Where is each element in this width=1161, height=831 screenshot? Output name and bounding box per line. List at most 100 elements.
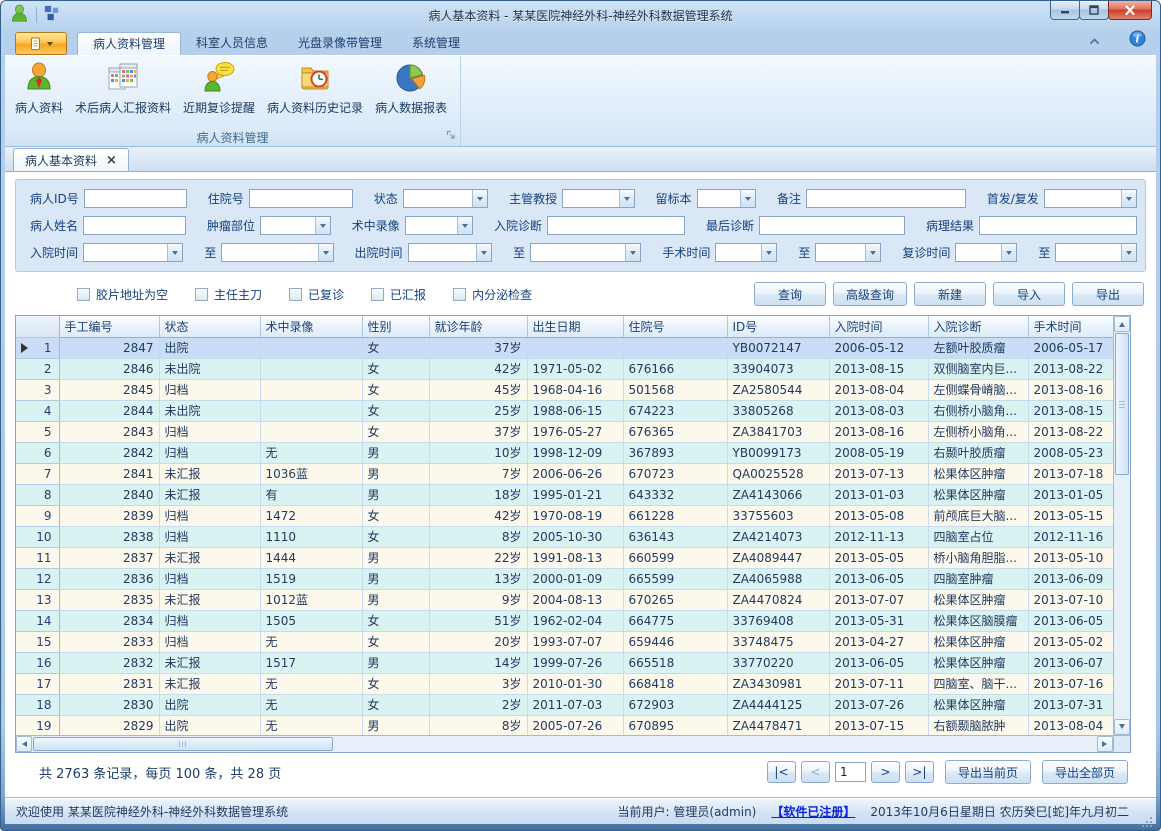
combo-dropdown-icon[interactable] [1001,244,1016,261]
scroll-up-icon[interactable] [1114,316,1130,332]
info-icon[interactable]: i [1129,30,1146,51]
vertical-scroll-thumb[interactable] [1115,333,1129,475]
checkbox-box-film-address-empty[interactable] [77,288,90,301]
filter-input-patient-id[interactable] [84,189,187,208]
maximize-button[interactable] [1079,1,1109,20]
filter-combo-admission-date-to[interactable] [221,243,333,262]
advanced-query-button[interactable]: 高级查询 [833,282,907,306]
column-header-admission-diagnosis[interactable]: 入院诊断 [928,316,1028,337]
table-row[interactable]: 102838归档1110女8岁2005-10-30636143ZA4214073… [16,526,1113,547]
export-current-page-button[interactable]: 导出当前页 [945,760,1031,784]
column-header-surgery-date[interactable]: 手术时间 [1028,316,1113,337]
table-row[interactable]: 142834归档1505女51岁1962-02-0466477533769408… [16,610,1113,631]
scroll-right-icon[interactable] [1097,736,1113,752]
layout-style-icon[interactable] [44,5,60,25]
filter-input-final-diagnosis[interactable] [759,216,905,235]
checkbox-box-reported[interactable] [371,288,384,301]
table-row[interactable]: 162832未汇报1517男14岁1999-07-266655183377022… [16,652,1113,673]
filter-input-admission-number[interactable] [249,189,353,208]
minimize-button[interactable] [1050,1,1080,20]
query-button[interactable]: 查询 [754,282,826,306]
table-row[interactable]: 32845归档女45岁1968-04-16501568ZA25805442013… [16,379,1113,400]
import-button[interactable]: 导入 [993,282,1065,306]
column-header-id-number[interactable]: ID号 [727,316,829,337]
filter-input-pathology-result[interactable] [979,216,1137,235]
scroll-down-icon[interactable] [1114,719,1130,735]
table-row[interactable]: 132835未汇报1012蓝男9岁2004-08-13670265ZA44708… [16,589,1113,610]
column-header-intraop-video[interactable]: 术中录像 [260,316,362,337]
page-number-input[interactable] [835,762,866,782]
table-row[interactable]: 172831未汇报无女3岁2010-01-30668418ZA343098120… [16,673,1113,694]
horizontal-scroll-thumb[interactable] [33,737,333,751]
ribbon-button-recent-followup-reminder[interactable]: 近期复诊提醒 [177,58,261,129]
table-row[interactable]: 182830出院无女2岁2011-07-03672903ZA4444125201… [16,694,1113,715]
filter-combo-followup-date-to[interactable] [1055,243,1137,262]
horizontal-scrollbar[interactable] [16,735,1113,752]
table-row[interactable]: 62842归档无男10岁1998-12-09367893YB0099173200… [16,442,1113,463]
filter-combo-chief-professor[interactable] [562,189,634,208]
ribbon-button-patient-data[interactable]: 病人资料 [9,58,69,129]
filter-combo-intraop-video[interactable] [405,216,473,235]
combo-dropdown-icon[interactable] [457,217,472,234]
filter-combo-status[interactable] [403,189,488,208]
filter-combo-tumor-site[interactable] [260,216,331,235]
filter-combo-admission-date-from[interactable] [83,243,183,262]
table-row[interactable]: 112837未汇报1444男22岁1991-08-13660599ZA40894… [16,547,1113,568]
filter-combo-first-or-recurrence[interactable] [1044,189,1137,208]
tab-patient-basic-data[interactable]: 病人基本资料 × [13,148,129,171]
combo-dropdown-icon[interactable] [761,244,776,261]
combo-dropdown-icon[interactable] [740,190,755,207]
application-menu-button[interactable] [15,32,67,55]
column-header-status[interactable]: 状态 [159,316,260,337]
column-header-visit-age[interactable]: 就诊年龄 [429,316,527,337]
filter-combo-surgery-date-to[interactable] [815,243,881,262]
filter-combo-discharge-date-to[interactable] [530,243,641,262]
next-page-button[interactable]: > [871,761,900,783]
filter-combo-specimen-kept[interactable] [697,189,757,208]
new-button[interactable]: 新建 [914,282,986,306]
vertical-scroll-track[interactable] [1114,476,1130,719]
filter-combo-followup-date-from[interactable] [955,243,1017,262]
filter-input-remarks[interactable] [806,189,966,208]
checkbox-endocrine-exam[interactable]: 内分泌检查 [453,286,532,303]
filter-input-patient-name[interactable] [83,216,186,235]
ribbon-button-patient-data-history[interactable]: 病人资料历史记录 [261,58,369,129]
combo-dropdown-icon[interactable] [625,244,640,261]
checkbox-box-chief-surgeon[interactable] [195,288,208,301]
table-row[interactable]: 192829出院无男8岁2005-07-26670895ZA4478471201… [16,715,1113,735]
export-button[interactable]: 导出 [1072,282,1144,306]
table-row[interactable]: 82840未汇报有男18岁1995-01-21643332ZA414306620… [16,484,1113,505]
combo-dropdown-icon[interactable] [1121,244,1136,261]
ribbon-button-postop-report-data[interactable]: 术后病人汇报资料 [69,58,177,129]
ribbon-tab-system-management[interactable]: 系统管理 [397,32,475,55]
column-header-gender[interactable]: 性别 [362,316,429,337]
dialog-launcher-icon[interactable] [446,130,457,144]
filter-combo-surgery-date-from[interactable] [715,243,777,262]
column-header-manual-number[interactable]: 手工编号 [59,316,159,337]
ribbon-button-patient-data-report[interactable]: 病人数据报表 [369,58,453,129]
prev-page-button[interactable]: < [801,761,830,783]
table-row[interactable]: 12847出院女37岁YB00721472006-05-12左额叶胶质瘤2006… [16,337,1113,358]
column-header-admission-number[interactable]: 住院号 [623,316,727,337]
table-row[interactable]: 22846未出院女42岁1971-05-02676166339040732013… [16,358,1113,379]
column-header-birth-date[interactable]: 出生日期 [527,316,623,337]
checkbox-reported[interactable]: 已汇报 [371,286,426,303]
first-page-button[interactable]: |< [767,761,796,783]
ribbon-tab-department-staff-info[interactable]: 科室人员信息 [181,32,283,55]
column-header-admission-date[interactable]: 入院时间 [829,316,928,337]
combo-dropdown-icon[interactable] [865,244,880,261]
ribbon-tab-disc-video-management[interactable]: 光盘录像带管理 [283,32,397,55]
combo-dropdown-icon[interactable] [318,244,333,261]
horizontal-scroll-track[interactable] [334,736,1097,752]
software-registered-link[interactable]: 【软件已注册】 [771,803,855,820]
tab-close-icon[interactable]: × [106,154,117,167]
close-button[interactable] [1108,1,1152,20]
combo-dropdown-icon[interactable] [1121,190,1136,207]
vertical-scrollbar[interactable] [1113,316,1130,735]
export-all-pages-button[interactable]: 导出全部页 [1042,760,1128,784]
checkbox-box-endocrine-exam[interactable] [453,288,466,301]
combo-dropdown-icon[interactable] [315,217,330,234]
ribbon-tab-patient-data-management[interactable]: 病人资料管理 [77,32,181,55]
checkbox-film-address-empty[interactable]: 胶片地址为空 [77,286,168,303]
table-row[interactable]: 72841未汇报1036蓝男7岁2006-06-26670723QA002552… [16,463,1113,484]
